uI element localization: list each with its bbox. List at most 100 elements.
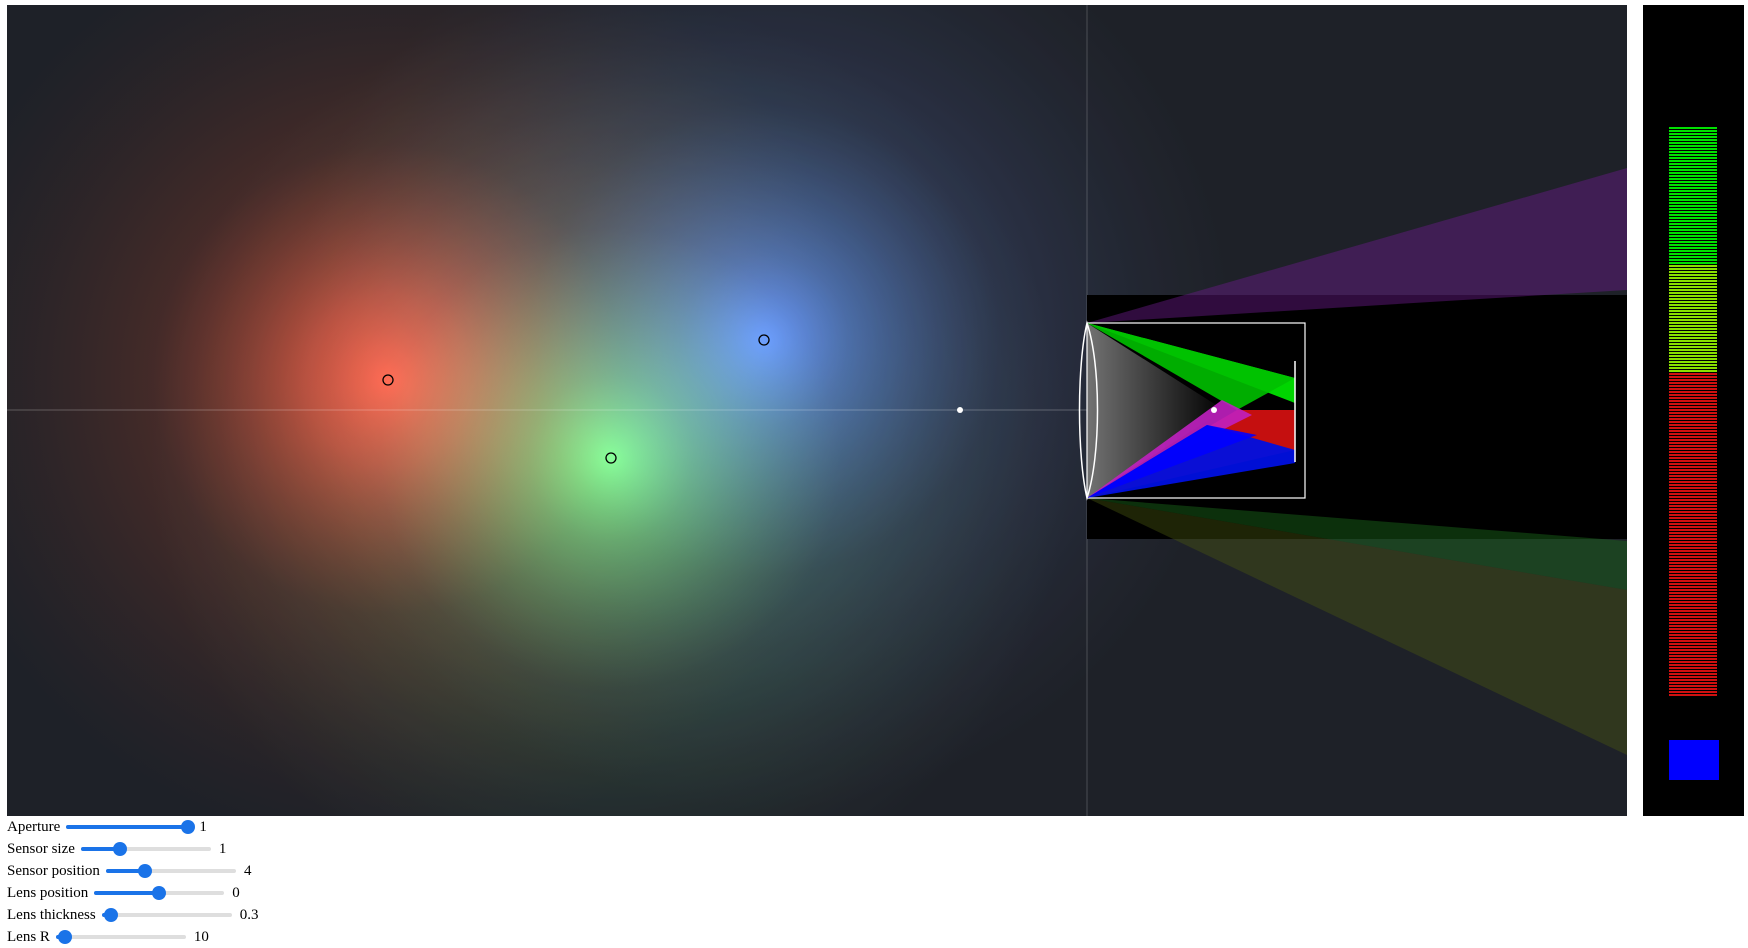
sensor-stripe <box>1669 568 1717 570</box>
sensor-stripe <box>1669 373 1717 375</box>
sensor-stripe <box>1669 460 1717 462</box>
sensor-stripe <box>1669 490 1717 492</box>
sensor-stripe <box>1669 616 1717 618</box>
sensor-stripe <box>1669 247 1717 249</box>
sensor-stripe <box>1669 223 1717 225</box>
sensor-stripe <box>1669 670 1717 672</box>
sensor-stripe <box>1669 166 1717 168</box>
controls-panel: Aperture 1 Sensor size 1 Sensor position 4 Len… <box>7 816 607 948</box>
sensor-stripe <box>1669 136 1717 138</box>
sensor-stripe <box>1669 520 1717 522</box>
sensor-stripe <box>1669 667 1717 669</box>
sensor-stripe <box>1669 352 1717 354</box>
sensor-stripe <box>1669 130 1717 132</box>
sensor-stripe <box>1669 154 1717 156</box>
sensor-stripe <box>1669 496 1717 498</box>
sensor-stripe <box>1669 664 1717 666</box>
sensor-stripe <box>1669 649 1717 651</box>
slider-thumb[interactable] <box>103 908 118 922</box>
sensor-stripe <box>1669 208 1717 210</box>
sensor-stripe <box>1669 547 1717 549</box>
sensor-stripe <box>1669 349 1717 351</box>
sensor-stripe <box>1669 472 1717 474</box>
sensor-stripe <box>1669 250 1717 252</box>
sensor-stripe <box>1669 226 1717 228</box>
sensor-stripe <box>1669 553 1717 555</box>
control-slider[interactable] <box>94 885 225 901</box>
sensor-stripe <box>1669 679 1717 681</box>
sensor-stripe <box>1669 640 1717 642</box>
control-slider[interactable] <box>80 841 211 857</box>
sensor-stripe <box>1669 493 1717 495</box>
sensor-stripe <box>1669 433 1717 435</box>
sensor-stripe <box>1669 316 1717 318</box>
sensor-stripe <box>1669 358 1717 360</box>
slider-track[interactable] <box>55 935 186 939</box>
sensor-stripe <box>1669 499 1717 501</box>
slider-thumb[interactable] <box>112 842 127 856</box>
sensor-stripe <box>1669 133 1717 135</box>
control-value: 0 <box>232 884 240 901</box>
control-value: 10 <box>193 928 209 945</box>
control-slider[interactable] <box>66 819 195 835</box>
slider-track[interactable] <box>101 913 232 917</box>
sensor-stripe <box>1669 334 1717 336</box>
sensor-stripe <box>1669 556 1717 558</box>
control-slider[interactable] <box>55 929 186 945</box>
sensor-stripe <box>1669 430 1717 432</box>
sensor-stripe <box>1669 595 1717 597</box>
slider-thumb[interactable] <box>58 930 73 944</box>
sensor-stripe <box>1669 583 1717 585</box>
sensor-stripe <box>1669 487 1717 489</box>
sensor-stripe <box>1669 511 1717 513</box>
sensor-stripe <box>1669 652 1717 654</box>
sensor-stripe <box>1669 682 1717 684</box>
sensor-stripe <box>1669 355 1717 357</box>
control-row: Sensor position 4 <box>7 860 607 882</box>
sensor-stripe <box>1669 202 1717 204</box>
sensor-stripe <box>1669 244 1717 246</box>
sensor-stripe <box>1669 565 1717 567</box>
sensor-stripe <box>1669 469 1717 471</box>
control-slider[interactable] <box>105 863 236 879</box>
sensor-stripe <box>1669 577 1717 579</box>
sensor-stripe <box>1669 676 1717 678</box>
sensor-stripe <box>1669 268 1717 270</box>
slider-thumb[interactable] <box>180 820 195 834</box>
sensor-stripe <box>1669 187 1717 189</box>
sensor-stripe <box>1669 598 1717 600</box>
sensor-stripe <box>1669 580 1717 582</box>
sensor-stripe <box>1669 574 1717 576</box>
optics-scene-canvas[interactable] <box>7 5 1627 816</box>
sensor-stripe <box>1669 301 1717 303</box>
sensor-stripe <box>1669 466 1717 468</box>
slider-thumb[interactable] <box>137 864 152 878</box>
back-focal-point[interactable] <box>1211 407 1217 413</box>
sensor-stripe <box>1669 424 1717 426</box>
sensor-stripe <box>1669 376 1717 378</box>
sensor-stripe <box>1669 262 1717 264</box>
sensor-stripe <box>1669 457 1717 459</box>
sensor-stripe <box>1669 397 1717 399</box>
front-focal-point[interactable] <box>957 407 963 413</box>
sensor-stripe <box>1669 538 1717 540</box>
sensor-stripe <box>1669 211 1717 213</box>
slider-thumb[interactable] <box>152 886 167 900</box>
sensor-stripe <box>1669 418 1717 420</box>
sensor-stripe <box>1669 601 1717 603</box>
sensor-stripe <box>1669 361 1717 363</box>
control-slider[interactable] <box>101 907 232 923</box>
sensor-stripe <box>1669 235 1717 237</box>
sensor-stripe <box>1669 310 1717 312</box>
sensor-stripe <box>1669 364 1717 366</box>
sensor-stripe <box>1669 382 1717 384</box>
sensor-stripe <box>1669 628 1717 630</box>
sensor-stripe <box>1669 427 1717 429</box>
sensor-stripe <box>1669 637 1717 639</box>
sensor-stripe <box>1669 190 1717 192</box>
sensor-stripe <box>1669 421 1717 423</box>
sensor-stripe <box>1669 523 1717 525</box>
control-value: 1 <box>218 840 227 857</box>
sensor-stripe <box>1669 160 1717 162</box>
sensor-stripe <box>1669 625 1717 627</box>
